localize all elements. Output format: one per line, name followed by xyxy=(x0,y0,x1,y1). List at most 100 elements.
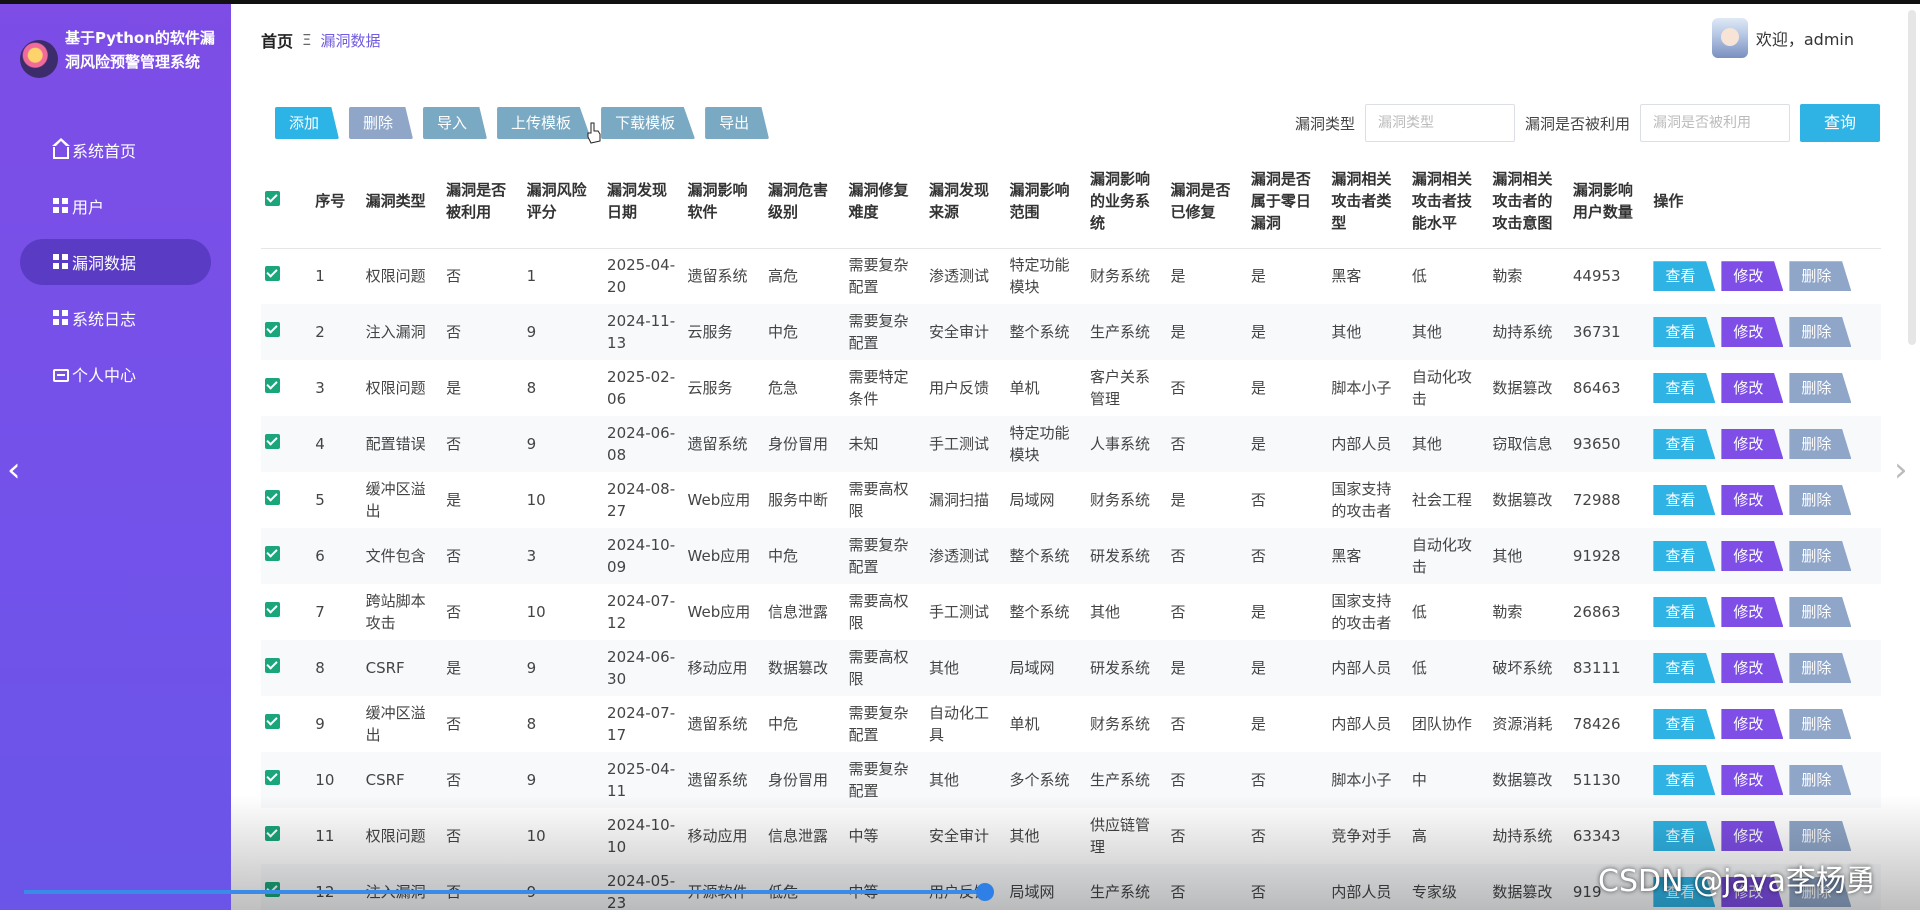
checkbox-icon[interactable] xyxy=(265,190,280,206)
sidebar-item-users[interactable]: 用户 xyxy=(20,183,211,229)
row-delete-button[interactable]: 删除 xyxy=(1789,597,1852,627)
row-delete-button[interactable]: 删除 xyxy=(1789,709,1852,739)
row-delete-button[interactable]: 删除 xyxy=(1789,653,1852,683)
query-button[interactable]: 查询 xyxy=(1800,104,1880,142)
export-button[interactable]: 导出 xyxy=(705,107,770,139)
edit-button[interactable]: 修改 xyxy=(1721,261,1784,292)
sidebar-item-system-log[interactable]: 系统日志 xyxy=(20,295,211,341)
checkbox-icon[interactable] xyxy=(265,378,280,393)
column-header: 漏洞影响范围 xyxy=(1005,154,1086,249)
row-delete-button[interactable]: 删除 xyxy=(1789,373,1852,403)
checkbox-icon[interactable] xyxy=(265,434,280,449)
breadcrumb-home[interactable]: 首页 xyxy=(261,28,293,52)
sidebar-item-label: 个人中心 xyxy=(72,366,137,385)
edit-button[interactable]: 修改 xyxy=(1721,821,1784,851)
view-button[interactable]: 查看 xyxy=(1653,429,1716,459)
edit-button[interactable]: 修改 xyxy=(1721,541,1784,571)
view-button[interactable]: 查看 xyxy=(1653,653,1716,683)
row-delete-button[interactable]: 删除 xyxy=(1789,261,1852,292)
checkbox-icon[interactable] xyxy=(265,490,280,505)
table-cell: 需要复杂配置 xyxy=(844,752,925,808)
table-cell: 自动化攻击 xyxy=(1411,368,1472,408)
checkbox-icon[interactable] xyxy=(265,602,280,617)
table-cell: 36731 xyxy=(1568,304,1650,360)
table-cell: 用户反馈 xyxy=(924,864,1006,910)
edit-button[interactable]: 修改 xyxy=(1721,765,1784,795)
view-button[interactable]: 查看 xyxy=(1653,541,1716,571)
row-delete-button[interactable]: 删除 xyxy=(1789,485,1852,515)
edit-button[interactable]: 修改 xyxy=(1721,317,1784,347)
table-cell: 1 xyxy=(315,267,325,286)
view-button[interactable]: 查看 xyxy=(1653,821,1716,851)
scrollbar[interactable] xyxy=(1908,10,1916,345)
table-cell: 破坏系统 xyxy=(1488,640,1569,696)
checkbox-icon[interactable] xyxy=(265,266,280,282)
sidebar-item-vuln-data[interactable]: 漏洞数据 xyxy=(20,239,211,285)
table-cell: 2024-10-10 xyxy=(607,816,676,856)
next-arrow-icon[interactable]: › xyxy=(1894,450,1908,490)
table-header: 序号 漏洞类型 漏洞是否被利用 漏洞风险评分 漏洞发现日期 漏洞影响软件 漏洞危害级别 漏洞修… xyxy=(261,154,1881,249)
table-cell: 云服务 xyxy=(683,304,765,360)
view-button[interactable]: 查看 xyxy=(1653,317,1716,347)
edit-button[interactable]: 修改 xyxy=(1721,485,1784,515)
table-cell: 2024-08-27 xyxy=(607,480,676,520)
row-delete-button[interactable]: 删除 xyxy=(1789,429,1852,459)
delete-button[interactable]: 删除 xyxy=(349,107,414,139)
table-cell: 2024-07-17 xyxy=(607,704,676,744)
download-template-button[interactable]: 下载模板 xyxy=(601,107,696,139)
table-cell: 8 xyxy=(311,640,362,696)
checkbox-icon[interactable] xyxy=(265,546,280,561)
table-cell: 劫持系统 xyxy=(1488,304,1569,360)
select-all-header[interactable] xyxy=(261,154,312,249)
view-button[interactable]: 查看 xyxy=(1653,373,1716,403)
table-cell: 低危 xyxy=(764,864,845,910)
add-button[interactable]: 添加 xyxy=(275,107,340,139)
table-cell: 需要复杂配置 xyxy=(848,704,909,744)
table-cell: 其他 xyxy=(1407,304,1489,360)
import-button[interactable]: 导入 xyxy=(423,107,488,139)
type-filter-input[interactable]: 漏洞类型 xyxy=(1364,104,1515,142)
view-button[interactable]: 查看 xyxy=(1653,765,1716,795)
avatar[interactable] xyxy=(1711,18,1748,58)
view-button[interactable]: 查看 xyxy=(1653,261,1716,292)
row-select-cell xyxy=(261,640,312,696)
checkbox-icon[interactable] xyxy=(265,826,280,841)
view-button[interactable]: 查看 xyxy=(1653,485,1716,515)
edit-button[interactable]: 修改 xyxy=(1721,653,1784,683)
checkbox-icon[interactable] xyxy=(265,714,280,729)
upload-template-button[interactable]: 上传模板 xyxy=(497,107,592,139)
table-cell: 勒索 xyxy=(1492,267,1523,286)
checkbox-icon[interactable] xyxy=(265,322,280,337)
checkbox-icon[interactable] xyxy=(265,658,280,673)
table-cell: 2 xyxy=(311,304,362,360)
sidebar-item-profile[interactable]: 个人中心 xyxy=(20,351,211,397)
edit-button[interactable]: 修改 xyxy=(1721,597,1784,627)
row-select-cell xyxy=(261,808,311,864)
table-cell: 脚本小子 xyxy=(1331,379,1392,397)
table-cell: 遗留系统 xyxy=(683,416,765,472)
user-info[interactable]: 欢迎，admin xyxy=(1711,18,1854,58)
video-progress-knob[interactable] xyxy=(976,883,994,901)
edit-button[interactable]: 修改 xyxy=(1721,373,1784,403)
row-delete-button[interactable]: 删除 xyxy=(1789,541,1852,571)
checkbox-icon[interactable] xyxy=(265,770,280,785)
row-delete-button[interactable]: 删除 xyxy=(1789,821,1852,851)
view-button[interactable]: 查看 xyxy=(1653,597,1716,627)
video-progress-bar[interactable] xyxy=(24,890,984,894)
table-cell: 是 xyxy=(1166,640,1247,696)
row-delete-button[interactable]: 删除 xyxy=(1789,765,1852,795)
row-delete-button[interactable]: 删除 xyxy=(1789,317,1852,347)
edit-button[interactable]: 修改 xyxy=(1721,709,1784,739)
view-button[interactable]: 查看 xyxy=(1653,709,1716,739)
table-cell: 否 xyxy=(446,827,462,845)
sidebar-item-home[interactable]: 系统首页 xyxy=(20,127,211,173)
edit-button[interactable]: 修改 xyxy=(1721,429,1784,459)
table-cell: 72988 xyxy=(1572,491,1621,509)
column-header: 漏洞危害级别 xyxy=(764,154,845,249)
prev-arrow-icon[interactable]: ‹ xyxy=(7,450,21,490)
exploited-filter-input[interactable]: 漏洞是否被利用 xyxy=(1640,104,1790,142)
table-row: 4 配置错误否 9 2024-06-08 遗留系统 身份冒用 未知 手工测试 特定功能模块 人事系… xyxy=(261,416,1881,472)
table-cell: 是 xyxy=(442,640,523,696)
column-header: 漏洞影响软件 xyxy=(683,154,765,249)
table-row: 2 注入漏洞否 9 2024-11-13 云服务 中危 需要复杂配置 安全审计 整个系统 生产系统… xyxy=(261,304,1881,360)
